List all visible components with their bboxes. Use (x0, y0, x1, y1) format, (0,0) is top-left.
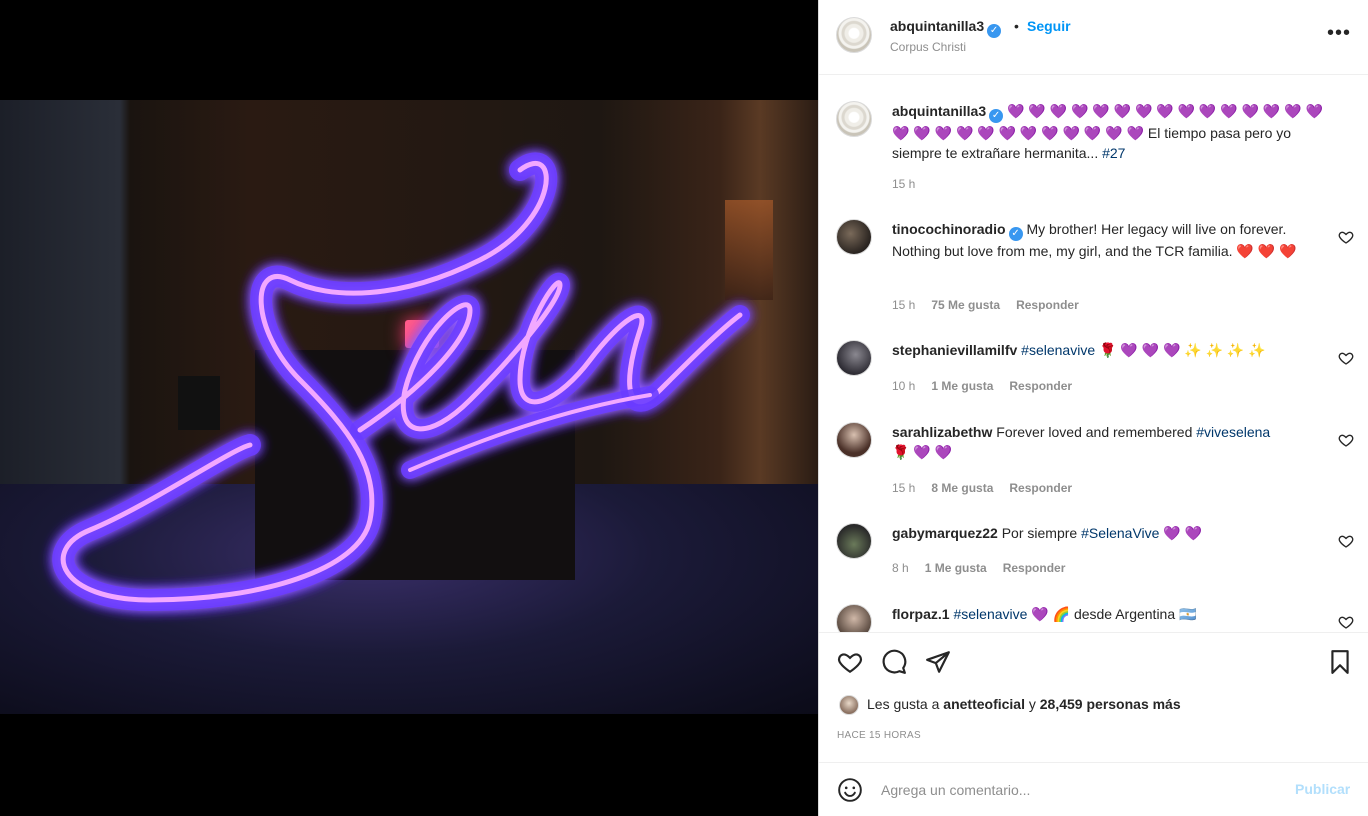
comment-text: 🌹 💜 💜 💜 ✨ ✨ ✨ ✨ (1095, 342, 1266, 358)
comment-emoji-tail: 💜 🌈 desde Argentina 🇦🇷 (1027, 606, 1197, 622)
header-separator: • (1014, 18, 1019, 34)
comment-username[interactable]: stephanievillamilfv (892, 342, 1017, 358)
commenter-avatar[interactable] (836, 219, 872, 255)
author-username[interactable]: abquintanilla3 ✓ (890, 18, 1002, 38)
save-bookmark-icon[interactable] (1327, 649, 1353, 675)
post-side-panel: abquintanilla3 ✓ • Seguir Corpus Christi … (818, 0, 1368, 816)
post-media[interactable] (0, 0, 818, 816)
like-comment-heart-icon[interactable] (1338, 533, 1354, 549)
comment-meta: 15 h 75 Me gusta Responder (892, 298, 1079, 312)
comment-emoji-tail: 🌹 💜 💜 (892, 444, 953, 460)
post-location[interactable]: Corpus Christi (890, 40, 966, 54)
author-username-text[interactable]: abquintanilla3 (890, 18, 984, 34)
comment-meta: 10 h 1 Me gusta Responder (892, 379, 1072, 393)
commenter-avatar[interactable] (836, 340, 872, 376)
comment-bubble-icon[interactable] (881, 649, 907, 675)
author-avatar[interactable] (836, 17, 872, 53)
publish-button[interactable]: Publicar (1295, 781, 1350, 797)
comment-body: sarahlizabethw Forever loved and remembe… (892, 422, 1332, 462)
commenter-avatar[interactable] (836, 523, 872, 559)
comment-username[interactable]: tinocochinoradio (892, 221, 1006, 237)
post-photo[interactable] (0, 100, 818, 714)
comment-body: stephanievillamilfv #selenavive 🌹 💜 💜 💜 … (892, 340, 1332, 360)
neon-sign (52, 152, 750, 611)
post-header: abquintanilla3 ✓ • Seguir Corpus Christi … (819, 0, 1368, 75)
comment-likes[interactable]: 8 Me gusta (931, 481, 993, 495)
comment-username[interactable]: florpaz.1 (892, 606, 950, 622)
comment-text: Forever loved and remembered (996, 424, 1197, 440)
caption-username[interactable]: abquintanilla3 (892, 103, 986, 119)
emoji-icon[interactable] (837, 777, 863, 803)
comment-likes[interactable]: 1 Me gusta (931, 379, 993, 393)
likes-count[interactable]: 28,459 personas más (1040, 696, 1181, 712)
likes-prefix: Les gusta a (867, 696, 944, 712)
verified-badge-icon: ✓ (989, 109, 1004, 123)
likes-middle: y (1024, 696, 1040, 712)
post-actions: Les gusta a anetteoficial y 28,459 perso… (819, 632, 1368, 762)
caption-avatar[interactable] (836, 101, 872, 137)
comment-username[interactable]: sarahlizabethw (892, 424, 992, 440)
comment-input[interactable] (881, 777, 1281, 803)
caption-time[interactable]: 15 h (892, 177, 915, 191)
comment-hashtag[interactable]: #SelenaVive (1081, 525, 1159, 541)
comment-body: florpaz.1 #selenavive 💜 🌈 desde Argentin… (892, 604, 1332, 624)
comment-likes[interactable]: 1 Me gusta (925, 561, 987, 575)
share-paper-plane-icon[interactable] (925, 649, 951, 675)
likes-summary: Les gusta a anetteoficial y 28,459 perso… (839, 695, 1181, 715)
comment-time[interactable]: 15 h (892, 481, 915, 495)
verified-badge-icon: ✓ (1008, 227, 1023, 241)
like-comment-heart-icon[interactable] (1338, 614, 1354, 630)
caption-meta: 15 h (892, 177, 915, 191)
comment-username[interactable]: gabymarquez22 (892, 525, 998, 541)
comment-body: tinocochinoradio ✓ My brother! Her legacy… (892, 219, 1332, 261)
comment-hashtag[interactable]: #selenavive (953, 606, 1027, 622)
reply-button[interactable]: Responder (1016, 298, 1079, 312)
like-comment-heart-icon[interactable] (1338, 432, 1354, 448)
reply-button[interactable]: Responder (1003, 561, 1066, 575)
comment-time[interactable]: 8 h (892, 561, 909, 575)
comment-meta: 8 h 1 Me gusta Responder (892, 561, 1065, 575)
commenter-avatar[interactable] (836, 422, 872, 458)
comment-body: gabymarquez22 Por siempre #SelenaVive 💜 … (892, 523, 1332, 543)
comment-meta: 15 h 8 Me gusta Responder (892, 481, 1072, 495)
comment-emoji-tail: 💜 💜 (1159, 525, 1203, 541)
follow-button[interactable]: Seguir (1027, 18, 1071, 34)
like-heart-icon[interactable] (837, 649, 863, 675)
comment-hashtag[interactable]: #viveselena (1196, 424, 1270, 440)
reply-button[interactable]: Responder (1009, 481, 1072, 495)
post-timestamp[interactable]: HACE 15 HORAS (837, 730, 921, 741)
caption-body: abquintanilla3 ✓ 💜 💜 💜 💜 💜 💜 💜 💜 💜 💜 💜 💜 … (892, 101, 1332, 163)
comment-hashtag[interactable]: #selenavive (1021, 342, 1095, 358)
commenter-avatar[interactable] (836, 604, 872, 632)
comment-time[interactable]: 10 h (892, 379, 915, 393)
comment-likes[interactable]: 75 Me gusta (931, 298, 1000, 312)
caption-hashtag[interactable]: #27 (1102, 145, 1125, 161)
add-comment-bar: Publicar (819, 762, 1368, 816)
like-comment-heart-icon[interactable] (1338, 229, 1354, 245)
liker-avatar[interactable] (839, 695, 859, 715)
liker-username[interactable]: anetteoficial (943, 696, 1025, 712)
comment-text: Por siempre (1001, 525, 1082, 541)
comment-time[interactable]: 15 h (892, 298, 915, 312)
like-comment-heart-icon[interactable] (1338, 350, 1354, 366)
verified-badge-icon: ✓ (987, 24, 1002, 38)
more-options-icon[interactable]: ••• (1327, 22, 1351, 45)
reply-button[interactable]: Responder (1009, 379, 1072, 393)
comments-list[interactable]: abquintanilla3 ✓ 💜 💜 💜 💜 💜 💜 💜 💜 💜 💜 💜 💜 … (819, 75, 1368, 632)
